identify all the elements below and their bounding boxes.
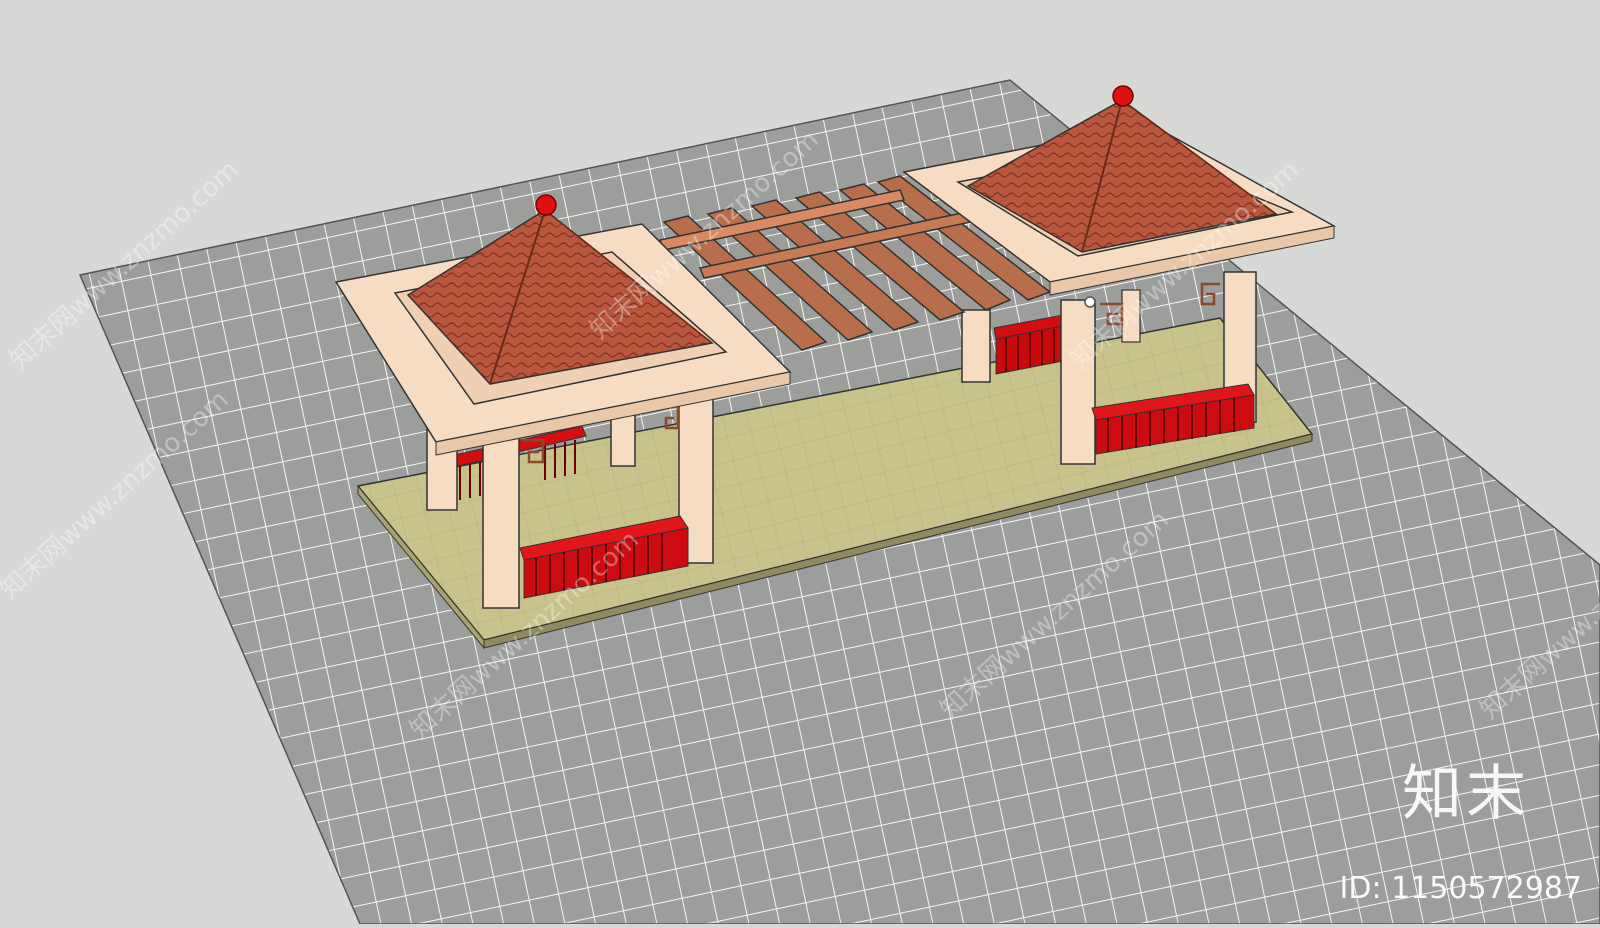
- id-watermark: ID: 1150572987: [1339, 871, 1582, 906]
- scene-viewport: 知末网www.znzmo.com 知末网www.znzmo.com 知末网www…: [0, 0, 1600, 925]
- scene-svg: 知末网www.znzmo.com 知末网www.znzmo.com 知末网www…: [0, 79, 1600, 925]
- brand-watermark: 知末: [1402, 759, 1530, 829]
